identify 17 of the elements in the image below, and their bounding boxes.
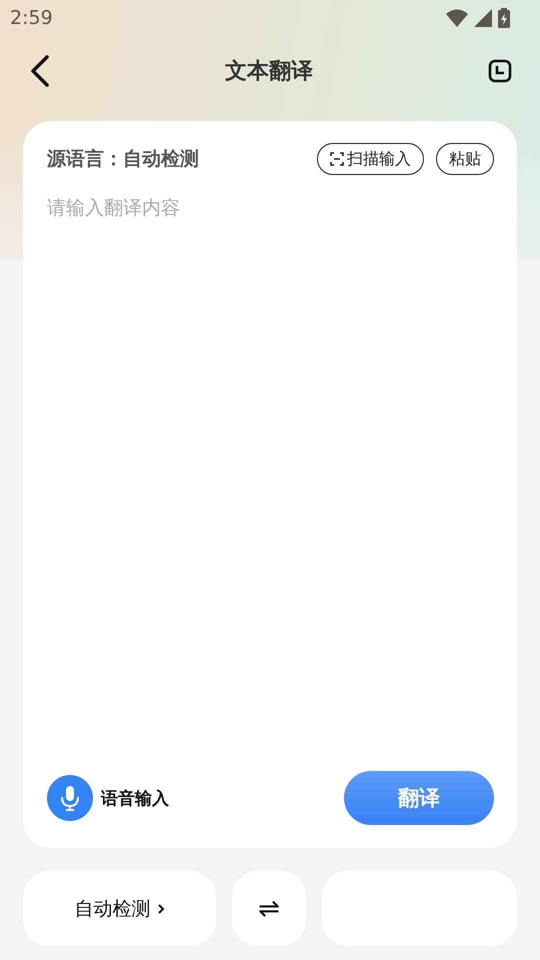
swap-languages-button[interactable]: ⇌ [232,871,306,946]
voice-input-button[interactable]: 语音输入 [47,775,169,821]
signal-icon [474,9,492,27]
scan-input-button[interactable]: 扫描输入 [317,143,424,175]
back-icon[interactable] [30,55,50,87]
scan-icon [330,152,344,166]
translation-input-card[interactable]: 源语言：自动检测 扫描输入 粘贴 请输入翻译内容 语音输入 翻译 [23,121,517,848]
status-time: 2:59 [10,7,53,29]
microphone-icon [47,775,93,821]
page-title: 文本翻译 [225,58,313,86]
source-language-button[interactable]: 自动检测 [23,871,216,946]
source-language-label: 源语言：自动检测 [47,147,199,172]
chevron-right-icon [156,902,164,914]
battery-icon [498,8,510,28]
paste-button[interactable]: 粘贴 [436,143,494,175]
history-icon[interactable] [488,59,512,83]
wifi-icon [446,9,468,27]
